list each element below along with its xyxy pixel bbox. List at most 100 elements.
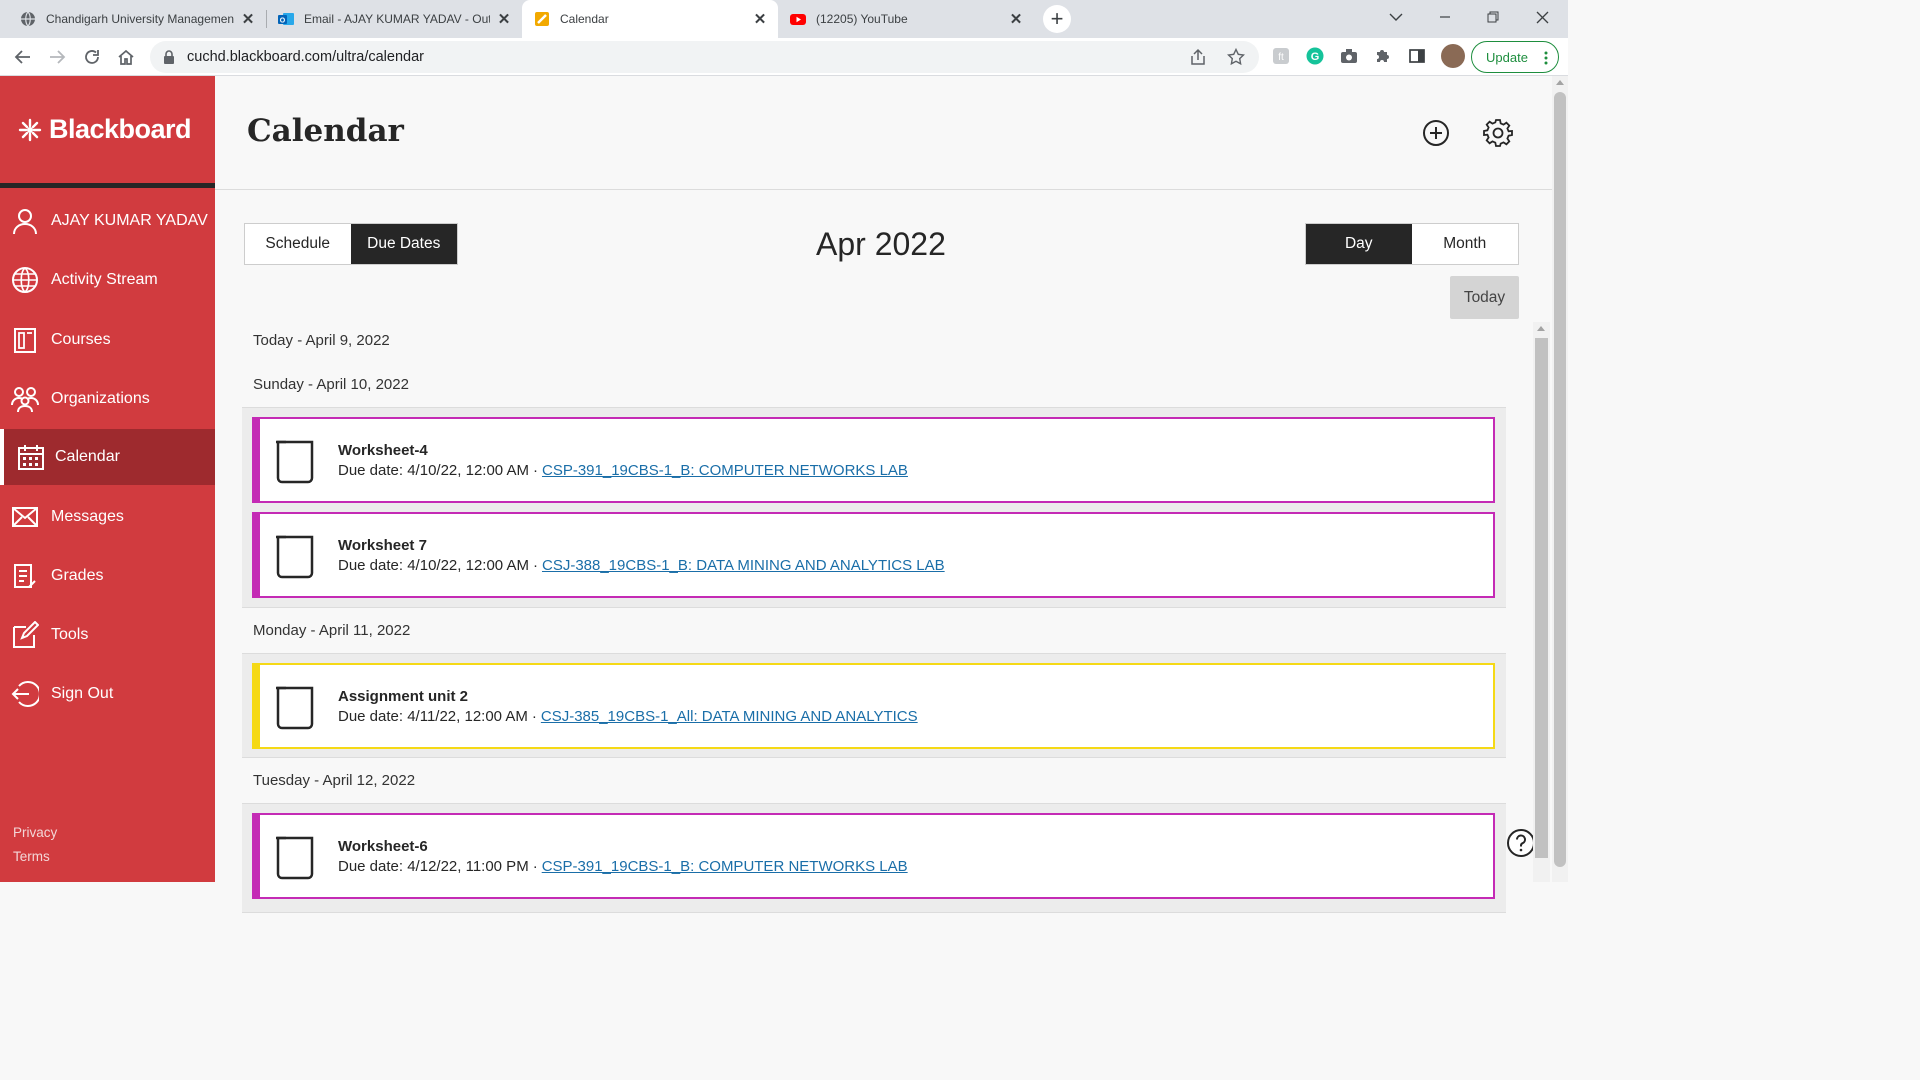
day-events-group: Worksheet-6 Due date: 4/12/22, 11:00 PM ·… xyxy=(242,803,1506,913)
sidebar-item-grades[interactable]: Grades xyxy=(0,548,215,604)
event-card[interactable]: Worksheet-6 Due date: 4/12/22, 11:00 PM ·… xyxy=(252,813,1495,899)
home-button[interactable] xyxy=(111,42,141,72)
forward-button[interactable] xyxy=(42,42,72,72)
close-icon[interactable]: ✕ xyxy=(240,10,256,28)
new-tab-button[interactable]: + xyxy=(1043,5,1071,33)
sidebar-item-label: Courses xyxy=(51,331,111,348)
page-title: Calendar xyxy=(247,113,404,149)
course-link[interactable]: CSP-391_19CBS-1_B: COMPUTER NETWORKS LAB xyxy=(542,858,908,875)
course-link[interactable]: CSJ-388_19CBS-1_B: DATA MINING AND ANALY… xyxy=(542,557,945,574)
scroll-up-arrow[interactable] xyxy=(1537,326,1545,331)
extension-icon[interactable]: ft xyxy=(1271,46,1291,66)
update-button[interactable]: Update xyxy=(1471,41,1559,73)
event-card[interactable]: Worksheet-4 Due date: 4/10/22, 12:00 AM ·… xyxy=(252,417,1495,503)
restore-icon xyxy=(1487,11,1499,23)
svg-text:ft: ft xyxy=(1278,52,1284,63)
arrow-left-icon xyxy=(14,50,30,64)
back-button[interactable] xyxy=(8,42,38,72)
privacy-link[interactable]: Privacy xyxy=(13,825,57,840)
sidebar-item-label: Tools xyxy=(51,626,89,643)
day-heading: Sunday - April 10, 2022 xyxy=(253,376,409,393)
separator-dot: · xyxy=(532,557,538,574)
profile-avatar[interactable] xyxy=(1441,44,1465,68)
grammarly-button[interactable]: G xyxy=(1305,46,1325,66)
sidebar-item-calendar[interactable]: Calendar xyxy=(0,429,215,485)
scroll-up-arrow[interactable] xyxy=(1556,80,1564,85)
day-events-group: Assignment unit 2 Due date: 4/11/22, 12:… xyxy=(242,653,1506,758)
sidebar-item-courses[interactable]: Courses xyxy=(0,312,215,368)
scrollbar-thumb[interactable] xyxy=(1535,338,1548,858)
blackboard-favicon xyxy=(535,12,549,26)
event-card[interactable]: Assignment unit 2 Due date: 4/11/22, 12:… xyxy=(252,663,1495,749)
youtube-icon xyxy=(790,14,806,25)
event-due-date: Due date: 4/11/22, 12:00 AM xyxy=(338,708,528,725)
share-icon[interactable] xyxy=(1189,48,1207,66)
add-event-button[interactable] xyxy=(1421,118,1451,148)
browser-tab-chandigarh[interactable]: Chandigarh University Management ✕ xyxy=(0,0,266,38)
minimize-button[interactable] xyxy=(1422,0,1468,34)
settings-button[interactable] xyxy=(1483,118,1513,148)
day-heading: Monday - April 11, 2022 xyxy=(253,622,411,639)
browser-tab-outlook[interactable]: O Email - AJAY KUMAR YADAV - Outlo ✕ xyxy=(266,0,522,38)
calendar-main: Calendar Schedule Due Dates Apr 2022 Day… xyxy=(215,76,1552,913)
event-due-line: Due date: 4/12/22, 11:00 PM · CSP-391_19CB… xyxy=(338,858,908,875)
event-title[interactable]: Worksheet-4 xyxy=(338,442,428,459)
separator-dot: · xyxy=(532,858,538,875)
arrow-right-icon xyxy=(50,50,66,64)
close-icon[interactable]: ✕ xyxy=(496,10,512,28)
star-icon[interactable] xyxy=(1227,48,1245,66)
sidebar-item-sign-out[interactable]: Sign Out xyxy=(0,666,215,722)
more-vertical-icon xyxy=(1544,51,1548,65)
close-icon[interactable]: ✕ xyxy=(1008,10,1024,28)
restore-button[interactable] xyxy=(1470,0,1516,34)
sidebar-item-label: AJAY KUMAR YADAV xyxy=(51,212,208,229)
browser-tab-youtube[interactable]: (12205) YouTube ✕ xyxy=(778,0,1034,38)
terms-link[interactable]: Terms xyxy=(13,849,50,864)
event-title[interactable]: Worksheet 7 xyxy=(338,537,427,554)
blackboard-logo[interactable]: Blackboard xyxy=(0,76,215,188)
side-panel-icon xyxy=(1409,49,1425,63)
close-icon[interactable]: ✕ xyxy=(752,10,768,28)
sidebar-item-messages[interactable]: Messages xyxy=(0,489,215,545)
side-panel-button[interactable] xyxy=(1407,46,1427,66)
event-due-line: Due date: 4/10/22, 12:00 AM · CSJ-388_19CB… xyxy=(338,557,945,574)
course-link[interactable]: CSJ-385_19CBS-1_All: DATA MINING AND ANA… xyxy=(541,708,918,725)
page-scrollbar[interactable] xyxy=(1552,76,1568,882)
extensions-button[interactable] xyxy=(1373,46,1393,66)
sidebar-item-tools[interactable]: Tools xyxy=(0,607,215,663)
today-button[interactable]: Today xyxy=(1450,276,1519,319)
event-due-date: Due date: 4/10/22, 12:00 AM xyxy=(338,462,529,479)
browser-tab-calendar[interactable]: Calendar ✕ xyxy=(522,0,778,38)
close-window-button[interactable] xyxy=(1519,0,1565,34)
current-month: Apr 2022 xyxy=(816,226,946,262)
browser-toolbar: cuchd.blackboard.com/ultra/calendar ft G… xyxy=(0,38,1568,76)
close-icon xyxy=(1536,11,1548,23)
sidebar-item-organizations[interactable]: Organizations xyxy=(0,371,215,427)
event-card[interactable]: Worksheet 7 Due date: 4/10/22, 12:00 AM ·… xyxy=(252,512,1495,598)
outlook-icon: O xyxy=(278,13,294,25)
sidebar: Blackboard AJAY KUMAR YADAV Activity Str… xyxy=(0,76,215,882)
sidebar-item-label: Sign Out xyxy=(51,685,114,702)
separator-dot: · xyxy=(532,462,538,479)
reload-button[interactable] xyxy=(77,42,107,72)
tab-due-dates[interactable]: Due Dates xyxy=(350,224,457,264)
scrollbar-thumb[interactable] xyxy=(1554,92,1566,867)
event-due-date: Due date: 4/12/22, 11:00 PM xyxy=(338,858,529,875)
sidebar-item-activity-stream[interactable]: Activity Stream xyxy=(0,252,215,308)
reload-icon xyxy=(85,50,99,64)
separator-dot: · xyxy=(531,708,537,725)
chevron-down-icon xyxy=(1389,13,1403,21)
sidebar-item-profile[interactable]: AJAY KUMAR YADAV xyxy=(0,193,215,249)
course-link[interactable]: CSP-391_19CBS-1_B: COMPUTER NETWORKS LAB xyxy=(542,462,908,479)
tab-schedule[interactable]: Schedule xyxy=(245,224,351,264)
event-title[interactable]: Assignment unit 2 xyxy=(338,688,468,705)
tab-title: (12205) YouTube xyxy=(816,12,908,26)
tab-search-button[interactable] xyxy=(1373,0,1419,34)
event-title[interactable]: Worksheet-6 xyxy=(338,838,428,855)
tab-month[interactable]: Month xyxy=(1412,224,1519,264)
content-scrollbar[interactable] xyxy=(1533,322,1550,882)
address-bar[interactable]: cuchd.blackboard.com/ultra/calendar xyxy=(150,41,1259,73)
screenshot-button[interactable] xyxy=(1339,46,1359,66)
tab-day[interactable]: Day xyxy=(1306,224,1412,264)
help-button[interactable] xyxy=(1506,828,1536,858)
